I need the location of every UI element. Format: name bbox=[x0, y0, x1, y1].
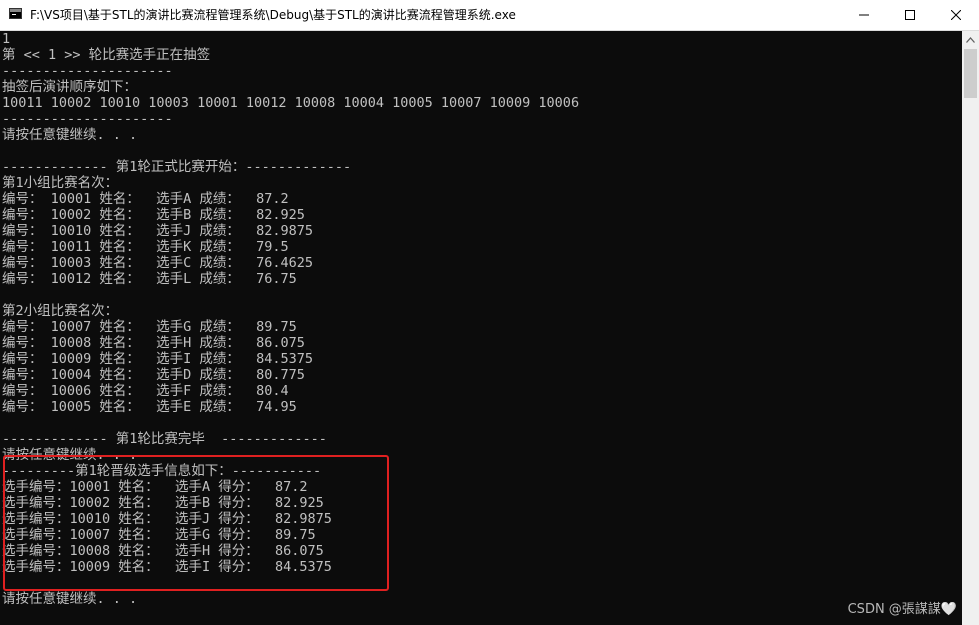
watermark: CSDN @張謀謀🤍 bbox=[847, 602, 957, 617]
console-line: 第 << 1 >> 轮比赛选手正在抽签 bbox=[2, 47, 211, 63]
scroll-up-button[interactable] bbox=[962, 31, 979, 48]
console-line: ------------- 第1轮比赛完毕 ------------- bbox=[2, 431, 327, 447]
console-line: 编号： 10007 姓名： 选手G 成绩： 89.75 bbox=[2, 319, 297, 335]
console-line: 第1小组比赛名次： bbox=[2, 175, 119, 191]
console-line: 编号： 10006 姓名： 选手F 成绩： 80.4 bbox=[2, 383, 289, 399]
console-line: 编号： 10005 姓名： 选手E 成绩： 74.95 bbox=[2, 399, 297, 415]
console-line: 请按任意键继续. . . bbox=[2, 591, 138, 607]
console-line: 编号： 10009 姓名： 选手I 成绩： 84.5375 bbox=[2, 351, 314, 367]
highlight-box bbox=[3, 455, 389, 591]
console-line: 抽签后演讲顺序如下： bbox=[2, 79, 137, 95]
console-line: 第2小组比赛名次： bbox=[2, 303, 119, 319]
console-line: 编号： 10003 姓名： 选手C 成绩： 76.4625 bbox=[2, 255, 314, 271]
console-line: 编号： 10011 姓名： 选手K 成绩： 79.5 bbox=[2, 239, 289, 255]
console-line: 编号： 10001 姓名： 选手A 成绩： 87.2 bbox=[2, 191, 289, 207]
close-icon bbox=[951, 10, 961, 20]
console-line: 请按任意键继续. . . bbox=[2, 127, 138, 143]
console-line: 编号： 10010 姓名： 选手J 成绩： 82.9875 bbox=[2, 223, 314, 239]
minimize-icon bbox=[859, 14, 869, 16]
console-line: ------------- 第1轮正式比赛开始：------------- bbox=[2, 159, 352, 175]
vertical-scrollbar[interactable] bbox=[962, 31, 979, 625]
close-button[interactable] bbox=[933, 0, 979, 30]
maximize-icon bbox=[905, 10, 915, 20]
console-line: 编号： 10004 姓名： 选手D 成绩： 80.775 bbox=[2, 367, 305, 383]
console-line: 1 bbox=[2, 31, 11, 47]
console-line: 编号： 10012 姓名： 选手L 成绩： 76.75 bbox=[2, 271, 297, 287]
console-line: --------------------- bbox=[2, 111, 173, 127]
maximize-button[interactable] bbox=[887, 0, 933, 30]
console-line: 10011 10002 10010 10003 10001 10012 1000… bbox=[2, 95, 580, 111]
console-app-icon[interactable] bbox=[9, 8, 22, 19]
minimize-button[interactable] bbox=[841, 0, 887, 30]
window-title: F:\VS项目\基于STL的演讲比赛流程管理系统\Debug\基于STL的演讲比… bbox=[30, 8, 516, 22]
scrollbar-thumb[interactable] bbox=[964, 49, 977, 98]
chevron-up-icon bbox=[966, 36, 975, 43]
title-bar[interactable]: F:\VS项目\基于STL的演讲比赛流程管理系统\Debug\基于STL的演讲比… bbox=[0, 0, 979, 31]
console-line: 编号： 10008 姓名： 选手H 成绩： 86.075 bbox=[2, 335, 305, 351]
console-line: 编号： 10002 姓名： 选手B 成绩： 82.925 bbox=[2, 207, 305, 223]
console-line: --------------------- bbox=[2, 63, 173, 79]
